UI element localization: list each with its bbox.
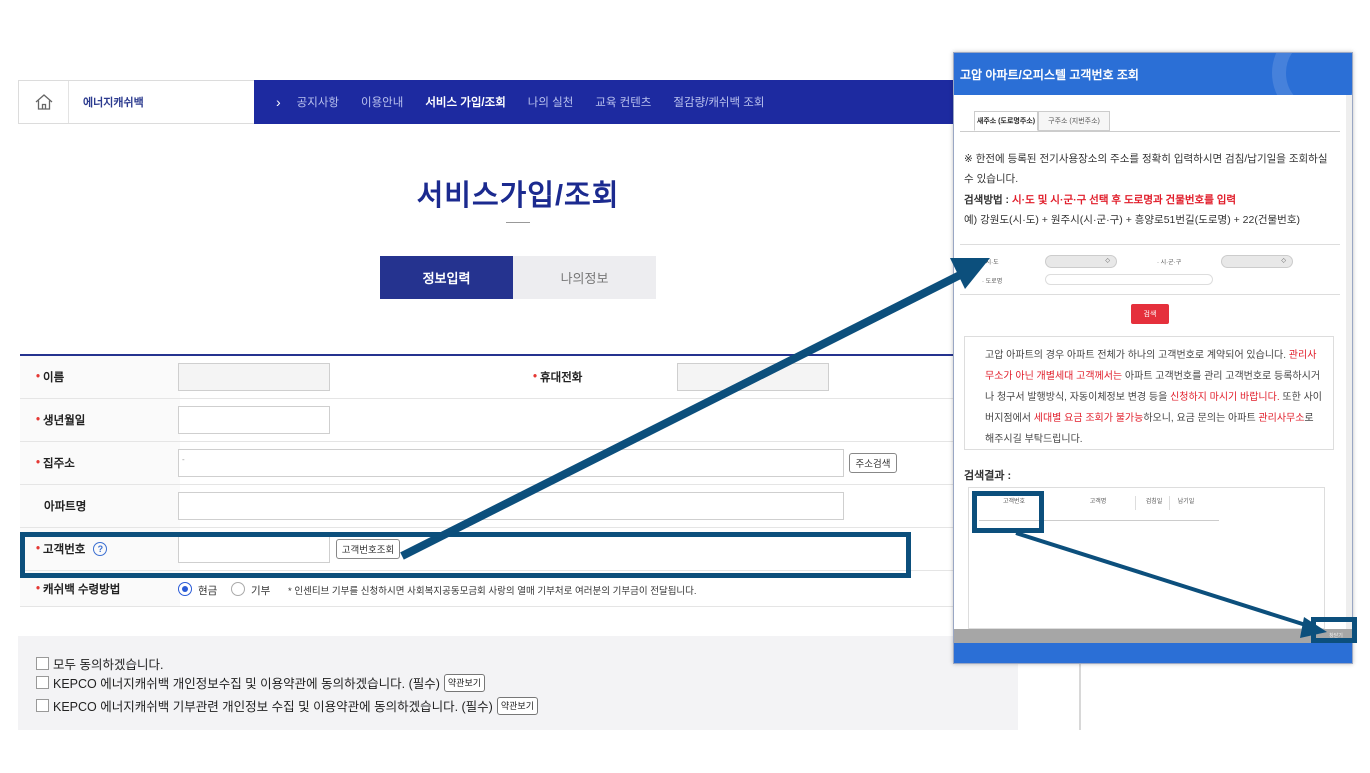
agree-all-checkbox[interactable]	[36, 657, 49, 670]
agree-donation-checkbox[interactable]	[36, 699, 49, 712]
col-meter-date: 검침일	[1145, 499, 1163, 505]
close-button-highlight	[1311, 617, 1357, 643]
tab-my-info[interactable]: 나의정보	[513, 256, 656, 299]
tab-road-address[interactable]: 새주소 (도로명주소)	[974, 111, 1038, 131]
mobile-input[interactable]	[677, 363, 829, 391]
road-name-input[interactable]	[1045, 274, 1213, 285]
popup-search-button[interactable]: 검색	[1131, 304, 1169, 324]
page-title: 서비스가입/조회	[416, 180, 620, 212]
agree-donation-row: KEPCO 에너지캐쉬백 기부관련 개인정보 수집 및 이용약관에 동의하겠습니…	[36, 696, 538, 715]
sido-label: · 시·도	[982, 260, 999, 266]
sido-select[interactable]: ◇	[1045, 255, 1117, 268]
radio-cash-label: 현금	[198, 585, 218, 597]
row-birth: • 생년월일	[20, 399, 1020, 442]
customer-number-lookup-popup: 고압 아파트/오피스텔 고객번호 조회 새주소 (도로명주소) 구주소 (지번주…	[953, 52, 1353, 664]
column-divider	[1135, 496, 1136, 510]
row-address: • 집주소 - 주소검색	[20, 442, 1020, 485]
address-input[interactable]: -	[178, 449, 844, 477]
address-search-button[interactable]: 주소검색	[849, 453, 897, 473]
nav-savings-cashback[interactable]: 절감량/캐쉬백 조회	[673, 94, 764, 110]
title-divider	[506, 222, 530, 223]
birth-label: • 생년월일	[20, 399, 180, 441]
result-customer-number-highlight	[972, 491, 1044, 533]
col-customer-name: 고객명	[1089, 499, 1107, 505]
radio-cash[interactable]	[178, 582, 192, 596]
header-decoration	[1272, 53, 1352, 95]
agree-privacy-row: KEPCO 에너지캐쉬백 개인정보수집 및 이용약관에 동의하겠습니다. (필수…	[36, 673, 486, 692]
address-label: • 집주소	[20, 442, 180, 484]
customer-number-row-highlight	[20, 532, 911, 578]
sigungu-label: · 시·군·구	[1157, 260, 1182, 266]
road-label: · 도로명	[982, 279, 1003, 285]
sigungu-select[interactable]: ◇	[1221, 255, 1293, 268]
nav-notice[interactable]: 공지사항	[297, 94, 339, 110]
view-donation-terms-button[interactable]: 약관보기	[496, 696, 538, 715]
top-navigation-bar: 에너지캐쉬백 › 공지사항 이용안내 서비스 가입/조회 나의 실천 교육 컨텐…	[18, 80, 1080, 124]
nav-service-signup[interactable]: 서비스 가입/조회	[425, 94, 505, 110]
popup-header: 고압 아파트/오피스텔 고객번호 조회	[954, 53, 1352, 95]
search-example: 예) 강원도(시·도) + 원주시(시·군·구) + 흥양로51번길(도로명) …	[964, 214, 1300, 226]
agree-privacy-label: KEPCO 에너지캐쉬백 개인정보수집 및 이용약관에 동의하겠습니다. (필수…	[53, 677, 440, 691]
chevron-right-icon[interactable]: ›	[276, 94, 281, 110]
donation-note: * 인센티브 기부를 신청하시면 사회복지공동모금회 사랑의 열매 기부처로 여…	[288, 586, 697, 597]
separator	[960, 244, 1340, 245]
name-input[interactable]	[178, 363, 330, 391]
search-method: 검색방법 : 시·도 및 시·군·구 선택 후 도로명과 건물번호를 입력	[964, 194, 1237, 206]
separator	[960, 294, 1340, 295]
home-button[interactable]	[19, 81, 69, 123]
agree-all-row: 모두 동의하겠습니다.	[36, 654, 163, 673]
tab-lot-address[interactable]: 구주소 (지번주소)	[1038, 111, 1110, 131]
row-apartment: 아파트명	[20, 485, 1020, 528]
nav-education[interactable]: 교육 컨텐츠	[595, 94, 651, 110]
mobile-label: • 휴대전화	[533, 371, 583, 384]
popup-scrollbar[interactable]	[1346, 95, 1352, 629]
col-due-date: 납기일	[1177, 499, 1195, 505]
home-icon	[35, 94, 52, 110]
popup-intro: ※ 한전에 등록된 전기사용장소의 주소를 정확히 입력하시면 검침/납기일을 …	[964, 153, 1328, 185]
nav-guide[interactable]: 이용안내	[361, 94, 403, 110]
agree-donation-label: KEPCO 에너지캐쉬백 기부관련 개인정보 수집 및 이용약관에 동의하겠습니…	[53, 700, 493, 714]
popup-title: 고압 아파트/오피스텔 고객번호 조회	[960, 67, 1139, 82]
radio-donation[interactable]	[231, 582, 245, 596]
name-label: • 이름	[20, 356, 180, 398]
agree-all-label: 모두 동의하겠습니다.	[53, 658, 164, 672]
popup-footer-bar	[954, 629, 1352, 643]
agreement-section: 모두 동의하겠습니다. KEPCO 에너지캐쉬백 개인정보수집 및 이용약관에 …	[18, 636, 1018, 730]
view-privacy-terms-button[interactable]: 약관보기	[443, 673, 486, 692]
column-divider	[1169, 496, 1170, 510]
nav-my-practice[interactable]: 나의 실천	[528, 94, 574, 110]
popup-footer	[954, 643, 1352, 663]
screenshot-canvas: 에너지캐쉬백 › 공지사항 이용안내 서비스 가입/조회 나의 실천 교육 컨텐…	[0, 0, 1370, 773]
radio-donation-label: 기부	[251, 585, 271, 597]
brand-link[interactable]: 에너지캐쉬백	[83, 94, 144, 110]
row-name: • 이름 • 휴대전화	[20, 356, 1020, 399]
tab-info-input[interactable]: 정보입력	[380, 256, 513, 299]
tab-divider	[960, 131, 1340, 132]
apartment-label: 아파트명	[20, 485, 180, 527]
high-voltage-notice: 고압 아파트의 경우 아파트 전체가 하나의 고객번호로 계약되어 있습니다. …	[964, 336, 1334, 450]
topbar-brand-area: 에너지캐쉬백	[18, 80, 254, 124]
main-site: 에너지캐쉬백 › 공지사항 이용안내 서비스 가입/조회 나의 실천 교육 컨텐…	[18, 80, 1080, 730]
apartment-name-input[interactable]	[178, 492, 844, 520]
popup-address-tabs: 새주소 (도로명주소) 구주소 (지번주소)	[974, 111, 1110, 131]
agree-privacy-checkbox[interactable]	[36, 676, 49, 689]
search-results-label: 검색결과 :	[964, 470, 1012, 482]
birthdate-input[interactable]	[178, 406, 330, 434]
